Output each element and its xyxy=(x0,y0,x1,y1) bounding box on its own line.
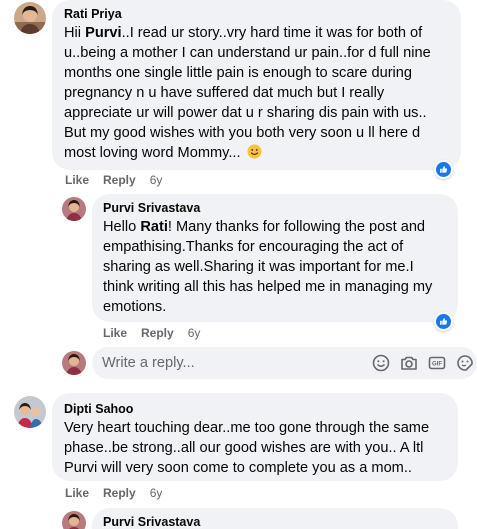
current-user-avatar[interactable] xyxy=(62,351,86,375)
comment-line: sharing as well.Sharing it was important… xyxy=(103,257,432,277)
comment-text: Hii Purvi..I read ur story..vry hard tim… xyxy=(64,23,431,163)
avatar-dipti-sahoo[interactable] xyxy=(14,396,46,428)
comment-text-segment: ..I read ur story..vry hard time it was … xyxy=(121,25,423,41)
comment-author[interactable]: Rati Priya xyxy=(64,7,122,21)
reply-input[interactable] xyxy=(102,347,352,379)
comment-line: appreciate ur will power dat u r sharing… xyxy=(64,103,431,123)
avatar-rati-priya[interactable] xyxy=(14,2,46,34)
gif-icon[interactable]: GIF xyxy=(427,353,447,373)
avatar-purvi-srivastava[interactable] xyxy=(62,511,86,529)
comment-text-segment: most loving word Mommy... xyxy=(64,145,245,161)
comment-actions: Like Reply 6y xyxy=(103,326,200,340)
svg-text:GIF: GIF xyxy=(432,362,442,368)
comment-line: most loving word Mommy... xyxy=(64,143,431,163)
comment-thread: Rati Priya Hii Purvi..I read ur story..v… xyxy=(0,0,477,529)
comment-text-segment: Very heart touching dear..me too gone th… xyxy=(64,420,430,436)
timestamp[interactable]: 6y xyxy=(150,486,163,500)
comment-text-segment: pregnancy n u have suffered dat much but… xyxy=(64,85,385,101)
comment-line: phase..be strong..all our good wishes ar… xyxy=(64,438,429,458)
mentioned-name-link[interactable]: Rati xyxy=(140,219,168,235)
comment-text-segment: think writing all this has helped me in … xyxy=(103,279,433,295)
comment-line: months one single little pain is enough … xyxy=(64,63,431,83)
comment-text: Very heart touching dear..me too gone th… xyxy=(64,418,429,478)
like-button[interactable]: Like xyxy=(65,486,89,500)
timestamp[interactable]: 6y xyxy=(188,326,201,340)
comment-line: u..being a mother I can understand ur pa… xyxy=(64,43,431,63)
comment-text-segment: appreciate ur will power dat u r sharing… xyxy=(64,105,427,121)
reply-button[interactable]: Reply xyxy=(141,326,174,340)
comment-actions: Like Reply 6y xyxy=(65,173,162,187)
comment-text-segment: phase..be strong..all our good wishes ar… xyxy=(64,440,424,456)
comment-line: think writing all this has helped me in … xyxy=(103,277,432,297)
comment-line: emotions. xyxy=(103,297,432,317)
comment-line: Hello Rati! Many thanks for following th… xyxy=(103,217,432,237)
comment-text-segment: Hello xyxy=(103,219,141,235)
mentioned-name-link[interactable]: Purvi xyxy=(85,25,122,41)
like-button[interactable]: Like xyxy=(103,326,127,340)
comment-author[interactable]: Dipti Sahoo xyxy=(64,402,133,416)
comment-line: pregnancy n u have suffered dat much but… xyxy=(64,83,431,103)
smile-emoji-icon xyxy=(247,144,262,159)
comment-line: Very heart touching dear..me too gone th… xyxy=(64,418,429,438)
comment-text-segment: empathising.Thanks for encouraging the a… xyxy=(103,239,404,255)
comment-author[interactable]: Purvi Srivastava xyxy=(103,515,200,529)
like-reaction-icon[interactable] xyxy=(434,160,453,179)
comment-line: Purvi will very soon come to complete yo… xyxy=(64,458,429,478)
comment-text-segment: months one single little pain is enough … xyxy=(64,65,413,81)
comment-line: But my good wishes with you both very so… xyxy=(64,123,431,143)
comment-text-segment: Purvi will very soon come to complete yo… xyxy=(64,460,412,476)
emoji-icon[interactable] xyxy=(371,353,391,373)
comment-text-segment: ! Many thanks for following the post and xyxy=(167,219,426,235)
like-reaction-icon[interactable] xyxy=(434,312,453,331)
comment-actions: Like Reply 6y xyxy=(65,486,162,500)
comment-text-segment: But my good wishes with you both very so… xyxy=(64,125,421,141)
timestamp[interactable]: 6y xyxy=(150,173,163,187)
avatar-purvi-srivastava[interactable] xyxy=(62,197,86,221)
like-button[interactable]: Like xyxy=(65,173,89,187)
comment-line: Hii Purvi..I read ur story..vry hard tim… xyxy=(64,23,431,43)
reply-composer: GIF xyxy=(92,347,477,379)
sticker-icon[interactable] xyxy=(455,353,475,373)
comment-text: Hello Rati! Many thanks for following th… xyxy=(103,217,432,317)
reply-button[interactable]: Reply xyxy=(103,173,136,187)
comment-text-segment: u..being a mother I can understand ur pa… xyxy=(64,45,431,61)
reply-button[interactable]: Reply xyxy=(103,486,136,500)
comment-line: empathising.Thanks for encouraging the a… xyxy=(103,237,432,257)
comment-text-segment: emotions. xyxy=(103,299,167,315)
comment-text-segment: Hii xyxy=(64,25,86,41)
comment-author[interactable]: Purvi Srivastava xyxy=(103,201,200,215)
camera-icon[interactable] xyxy=(399,353,419,373)
comment-text-segment: sharing as well.Sharing it was important… xyxy=(103,259,414,275)
